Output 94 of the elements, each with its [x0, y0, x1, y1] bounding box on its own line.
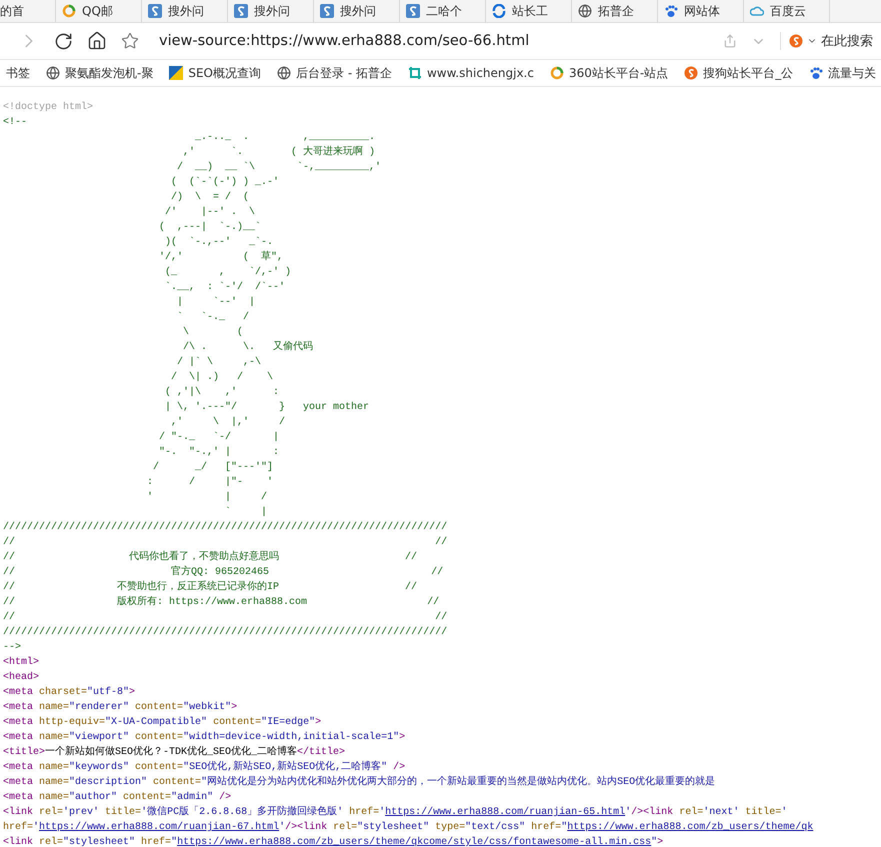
browser-tab[interactable]: 搜外问	[228, 0, 314, 22]
source-line: ` |	[224, 506, 268, 520]
tile-icon	[234, 4, 248, 18]
source-line: <meta name="description" content="网站优化是分为站内优化和站外优化两大部分的，一个新站最重要的当然是做站内优化。站内SEO优化最重要的就是	[3, 775, 716, 790]
source-line: /) \ = / (	[170, 190, 250, 205]
browser-tab[interactable]: QQ邮	[56, 0, 142, 22]
browser-tab[interactable]: 拓普企	[572, 0, 658, 22]
bookmark[interactable]: 360站长平台-站点	[550, 64, 668, 82]
home-icon[interactable]	[87, 31, 107, 51]
source-line: / \| .) / \	[170, 370, 274, 385]
source-line: "-. "-.,' | :	[158, 446, 280, 460]
cloud-icon	[750, 4, 764, 18]
source-line: | `--' |	[176, 296, 256, 310]
source-line: ` `-._ /	[176, 310, 250, 325]
source-line: `.__, : `-'/ /`--'	[164, 280, 286, 295]
bookmark[interactable]: www.shichengjx.c	[408, 66, 534, 80]
source-line: <html>	[3, 656, 40, 670]
source-line: ,' \ |,' /	[170, 416, 286, 430]
source-line: / |` \ ,-\	[176, 356, 262, 370]
address-field[interactable]: view-source:https://www.erha888.com/seo-66.html	[159, 33, 709, 49]
flag-icon	[169, 66, 184, 80]
source-link[interactable]: https://www.erha888.com/zb_users/theme/qk	[567, 822, 814, 833]
source-line: / _/ ["---'"]	[152, 460, 274, 475]
search-field[interactable]: 在此搜索	[780, 32, 873, 50]
source-link[interactable]: https://www.erha888.com/zb_users/theme/qkcome/style/css/fontawesome-all.min.css	[177, 837, 652, 847]
bookmark[interactable]: 书签	[6, 64, 30, 82]
source-line: // 官方QQ: 965202465 //	[3, 565, 444, 580]
browser-tab[interactable]: 搜外问	[142, 0, 228, 22]
bookmark[interactable]: 聚氨酯发泡机-聚	[46, 64, 154, 82]
source-link[interactable]: https://www.erha888.com/ruanjian-65.html	[385, 807, 626, 818]
globe-icon	[277, 66, 291, 80]
bookmark[interactable]: 流量与关	[809, 64, 876, 82]
source-line: ( (`-`(-') ) _.-'	[170, 176, 280, 190]
star-icon[interactable]	[121, 32, 139, 50]
browser-tab[interactable]: 的首	[0, 0, 56, 22]
sogou-icon	[789, 34, 803, 48]
ring-icon	[550, 66, 564, 80]
source-line: // 不赞助也行，反正系统已记录你的IP //	[3, 580, 418, 595]
source-line: // 代码你也看了，不赞助点好意思吗 //	[3, 550, 418, 565]
source-line: /' |--' . \	[164, 206, 256, 220]
browser-tab[interactable]: 搜外问	[314, 0, 400, 22]
source-line: <link rel="stylesheet" href="https://www.erha888.com/zb_users/theme/qkcome/style/css/fontawesome-all.min.css">	[3, 836, 664, 847]
source-line: <meta charset="utf-8">	[3, 686, 136, 700]
tile-icon	[148, 4, 162, 18]
source-line: ,' `. ( 大哥进来玩啊 )	[182, 145, 376, 160]
tile-icon	[406, 4, 420, 18]
paw-icon	[664, 4, 678, 18]
browser-tab[interactable]: 站长工	[486, 0, 572, 22]
globe-icon	[578, 4, 592, 18]
source-line: <meta name="renderer" content="webkit">	[3, 700, 238, 715]
globe-icon	[46, 66, 60, 80]
ring-icon	[62, 4, 76, 18]
sogou-icon	[684, 66, 698, 80]
source-line: '/,' ( 草",	[158, 250, 284, 265]
source-line: //////////////////////////////////////////////////////////////////////////	[3, 626, 448, 640]
bookmark[interactable]: SEO概况查询	[169, 64, 261, 82]
source-line: <title>一个新站如何做SEO优化？-TDK优化_SEO优化_二哈博客</title>	[3, 745, 346, 760]
source-line: )( `-.,--' _`-.	[164, 236, 274, 250]
browser-tab[interactable]: 网站体	[658, 0, 744, 22]
reload-icon[interactable]	[54, 32, 73, 50]
tile-icon	[320, 4, 334, 18]
source-line: ( ,'|\ ,' :	[164, 386, 280, 400]
source-line: <link rel='prev' title='微信PC版「2.6.8.68」多开防撤回绿色版' href='https://www.erha888.com/ruanjian-65.html'/><link rel='next' title='	[3, 805, 788, 820]
source-line: <meta http-equiv="X-UA-Compatible" content="IE=edge">	[3, 716, 322, 730]
source-line: // //	[3, 536, 448, 550]
source-line: -->	[3, 641, 22, 655]
source-line: ( ,---| `-.)__`	[158, 220, 262, 235]
source-line: <meta name="author" content="admin" />	[3, 790, 232, 805]
crop-icon	[408, 66, 422, 80]
source-line: <meta name="viewport" content="width=device-width,initial-scale=1">	[3, 730, 406, 745]
source-line: //////////////////////////////////////////////////////////////////////////	[3, 520, 448, 535]
source-line: <meta name="keywords" content="SEO优化,新站SEO,新站SEO优化,二哈博客" />	[3, 760, 406, 775]
browser-tab[interactable]: 二哈个	[400, 0, 486, 22]
bookmark[interactable]: 搜狗站长平台_公	[684, 64, 794, 82]
source-line: /\ . \. 又偷代码	[182, 340, 314, 355]
source-line: <!doctype html>	[3, 100, 94, 115]
source-line: <head>	[3, 670, 40, 685]
source-line: // //	[3, 610, 448, 625]
browser-tab[interactable]: 百度云	[744, 0, 830, 22]
source-line: _.-.._ . ,__________.	[194, 131, 376, 145]
source-line: | \, '.---"/ } your mother	[164, 400, 370, 415]
swirl-icon	[492, 4, 506, 18]
source-line: ' | /	[146, 490, 268, 505]
source-line: (_ , `/,-' )	[164, 266, 292, 280]
source-line: // 版权所有: https://www.erha888.com //	[3, 595, 440, 610]
source-line: / "-._ `-/ |	[158, 430, 280, 445]
source-line: / __) __ `\ `-,_________,'	[176, 160, 382, 175]
source-link[interactable]: https://www.erha888.com/ruanjian-67.html	[39, 822, 280, 833]
source-line: : / |"- '	[146, 476, 274, 490]
source-line: <!--	[3, 116, 28, 130]
source-line: \ (	[182, 326, 244, 340]
source-line: href='https://www.erha888.com/ruanjian-67.html'/><link rel="stylesheet" type="text/css" href="https://www.erha888.com/zb_users/theme/qk	[3, 820, 814, 835]
bookmark[interactable]: 后台登录 - 拓普企	[277, 64, 392, 82]
paw-icon	[809, 66, 824, 80]
